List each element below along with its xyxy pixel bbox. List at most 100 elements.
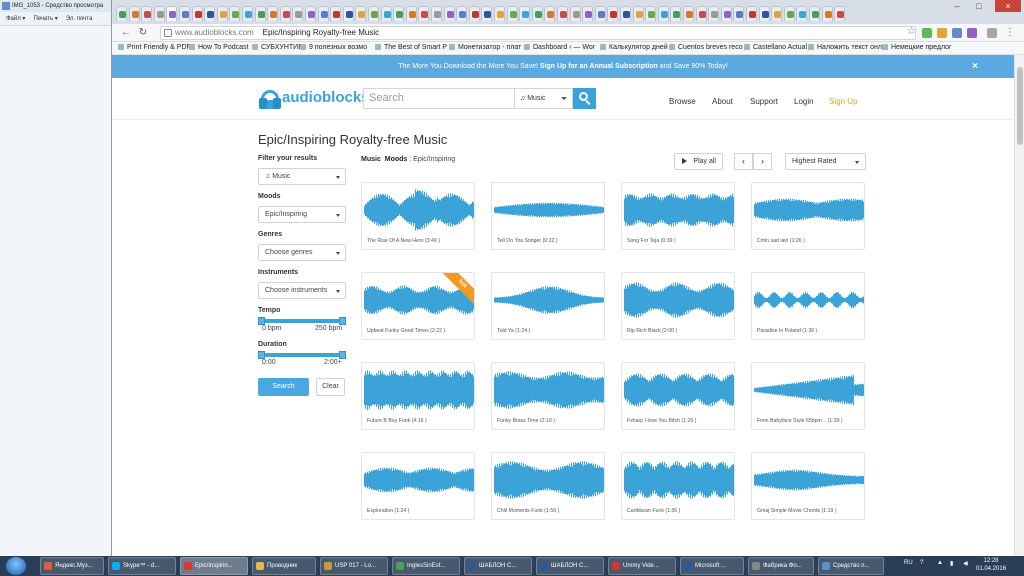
waveform[interactable] — [494, 187, 604, 233]
browser-tab[interactable] — [783, 6, 795, 21]
browser-tab[interactable] — [607, 6, 619, 21]
browser-tab[interactable] — [620, 6, 631, 21]
taskbar-button[interactable]: ШАБЛОН С... — [536, 557, 604, 575]
bookmark-item[interactable]: Castellano Actual — [744, 44, 807, 51]
nav-login[interactable]: Login — [794, 97, 814, 106]
bookmark-item[interactable]: Print Friendly & PDF — [118, 44, 191, 51]
track-title[interactable]: Upbeat Funky Good Times (2:22 ) — [367, 328, 473, 334]
language-indicator[interactable]: RU — [904, 560, 913, 566]
waveform[interactable] — [754, 367, 864, 413]
browser-tab[interactable] — [695, 6, 707, 21]
browser-tab[interactable] — [657, 6, 669, 21]
tempo-max-handle[interactable] — [339, 317, 346, 325]
waveform[interactable] — [624, 187, 734, 233]
track-title[interactable]: Fsharp I love You Bitch (1:26 ) — [627, 418, 733, 424]
track-card[interactable]: Told Ya (1:24 ) — [491, 272, 605, 340]
waveform[interactable] — [624, 277, 734, 323]
tempo-min-handle[interactable] — [258, 317, 265, 325]
browser-tab[interactable] — [443, 6, 455, 21]
browser-tab[interactable] — [128, 6, 140, 21]
track-title[interactable]: Fmin Babyface Style 65bpm... (1:39 ) — [757, 418, 863, 424]
browser-tab[interactable] — [380, 6, 392, 21]
tray-arrow-icon[interactable]: ▲ — [937, 560, 943, 566]
track-card[interactable]: Cmin sad iain (1:26 ) — [751, 182, 865, 250]
bookmark-item[interactable]: Калькулятор дней — [600, 44, 668, 51]
taskbar-button[interactable]: ШАБЛОН С... — [464, 557, 532, 575]
browser-tab[interactable] — [569, 6, 581, 21]
minimize-button[interactable]: – — [947, 0, 967, 12]
maximize-button[interactable]: □ — [969, 0, 989, 12]
browser-tab[interactable] — [292, 6, 304, 21]
search-category-select[interactable]: ♫ Music — [515, 88, 573, 109]
browser-tab[interactable] — [229, 6, 241, 21]
track-title[interactable]: Cmin sad iain (1:26 ) — [757, 238, 863, 244]
browser-tab[interactable] — [494, 6, 505, 21]
address-bar[interactable]: www.audioblocks.com Epic/Inspiring Royal… — [160, 26, 916, 40]
taskbar-button[interactable]: Проводник — [252, 557, 316, 575]
sort-select[interactable]: Highest Rated — [785, 153, 866, 170]
track-title[interactable]: Song For Teja (0:39 ) — [627, 238, 733, 244]
browser-tab[interactable] — [796, 6, 808, 21]
promo-close-icon[interactable]: × — [972, 55, 978, 78]
waveform[interactable] — [754, 187, 864, 233]
browser-tab[interactable] — [720, 6, 732, 21]
track-card[interactable]: Gmaj Simple Movie Chords (1:19 ) — [751, 452, 865, 520]
waveform[interactable] — [624, 367, 734, 413]
prev-page-button[interactable]: ‹ — [734, 153, 753, 170]
waveform[interactable] — [494, 457, 604, 503]
taskbar-button[interactable]: Фабрика Фо... — [748, 557, 814, 575]
waveform[interactable] — [754, 277, 864, 323]
genres-select[interactable]: Choose genres — [258, 244, 346, 261]
extension-icon[interactable] — [987, 28, 997, 38]
browser-tab[interactable] — [758, 6, 770, 21]
tempo-slider[interactable] — [258, 317, 346, 325]
extension-icon[interactable] — [922, 28, 932, 38]
track-title[interactable]: Future B Boy Funk (4:16 ) — [367, 418, 473, 424]
browser-tab[interactable] — [305, 6, 316, 21]
nav-signup[interactable]: Sign Up — [829, 97, 857, 106]
browser-tab[interactable] — [418, 6, 430, 21]
waveform[interactable] — [494, 367, 604, 413]
browser-tab[interactable] — [544, 6, 556, 21]
browser-tab[interactable] — [166, 6, 178, 21]
browser-tab[interactable] — [733, 6, 745, 21]
waveform[interactable] — [364, 457, 474, 503]
bookmark-item[interactable]: How To Podcast — [189, 44, 248, 51]
track-title[interactable]: Gmaj Simple Movie Chords (1:19 ) — [757, 508, 863, 514]
search-input[interactable]: Search — [363, 88, 515, 109]
track-card[interactable]: The Rise Of A New Hero (3:49 ) — [361, 182, 475, 250]
nav-browse[interactable]: Browse — [669, 97, 696, 106]
browser-tab[interactable] — [368, 6, 379, 21]
filter-search-button[interactable]: Search — [258, 378, 309, 396]
waveform[interactable] — [624, 457, 734, 503]
browser-tab[interactable] — [405, 6, 417, 21]
track-card[interactable]: Caribbean Funk (1:36 ) — [621, 452, 735, 520]
menu-print[interactable]: Печать ▾ — [33, 12, 57, 25]
track-title[interactable]: Tell On You Stinger (0:22 ) — [497, 238, 603, 244]
browser-tab[interactable] — [242, 6, 253, 21]
browser-tab[interactable] — [267, 6, 279, 21]
browser-tab[interactable] — [330, 6, 342, 21]
track-title[interactable]: Paradise In Poland (1:36 ) — [757, 328, 863, 334]
browser-tab[interactable] — [393, 6, 405, 21]
browser-tab[interactable] — [153, 6, 165, 21]
browser-tab[interactable] — [594, 6, 606, 21]
browser-tab[interactable] — [317, 6, 329, 21]
bookmark-item[interactable]: СУБХУНТИВ — [252, 44, 303, 51]
duration-min-handle[interactable] — [258, 351, 265, 359]
network-icon[interactable]: ▮ — [950, 560, 953, 567]
bookmark-item[interactable]: 9 полезных возмо — [300, 44, 367, 51]
browser-tab[interactable] — [216, 6, 228, 21]
browser-tab[interactable] — [279, 6, 291, 21]
play-all-button[interactable]: Play all — [674, 153, 723, 170]
taskbar-button[interactable]: Ummy Vide... — [608, 557, 676, 575]
waveform[interactable] — [754, 457, 864, 503]
taskbar-button[interactable]: USP 017 - Lo... — [320, 557, 388, 575]
browser-tab[interactable] — [708, 6, 720, 21]
bookmark-item[interactable]: Cuentos breves reco — [669, 44, 743, 51]
page-scrollbar[interactable] — [1014, 55, 1024, 556]
filter-clear-button[interactable]: Clear — [316, 378, 345, 396]
browser-tab[interactable] — [834, 6, 846, 21]
promo-signup-link[interactable]: Sign Up for an Annual Subscription — [540, 63, 658, 70]
browser-tab[interactable] — [557, 6, 568, 21]
